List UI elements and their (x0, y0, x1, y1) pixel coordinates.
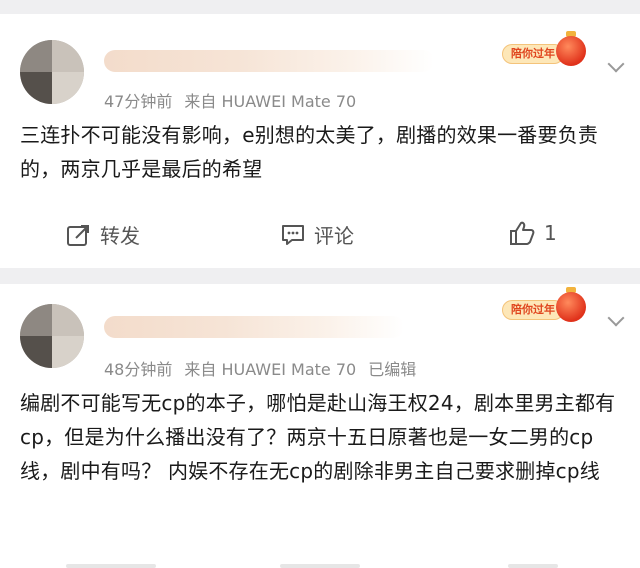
post-source: 来自 HUAWEI Mate 70 (184, 360, 357, 379)
thumbs-up-icon (510, 221, 535, 245)
edited-label: 已编辑 (368, 360, 417, 379)
card-divider (0, 268, 640, 284)
comment-body: 三连扑不可能没有影响，e别想的太美了，剧播的效果一番要负责的，两京几乎是最后的希… (20, 123, 599, 181)
post-meta: 47分钟前 来自 HUAWEI Mate 70 (104, 88, 368, 112)
comment-button[interactable]: 评论 (280, 220, 354, 249)
badge-label: 陪你过年 (502, 44, 564, 64)
chevron-down-icon[interactable] (607, 55, 625, 73)
comment-card: 陪你过年 47分钟前 来自 HUAWEI Mate 70 三连扑不可能没有影响，e… (0, 14, 640, 268)
post-time: 47分钟前 (104, 92, 173, 111)
repost-label: 转发 (100, 224, 140, 248)
like-button[interactable]: 1 (508, 220, 557, 246)
share-icon (67, 224, 89, 246)
username-blurred[interactable] (104, 316, 404, 338)
post-meta: 48分钟前 来自 HUAWEI Mate 70 已编辑 (104, 356, 428, 380)
post-source: 来自 HUAWEI Mate 70 (184, 92, 357, 111)
chevron-down-icon[interactable] (607, 309, 625, 327)
username-blurred[interactable] (104, 50, 434, 72)
new-year-badge[interactable]: 陪你过年 (502, 287, 592, 322)
badge-label: 陪你过年 (502, 300, 564, 320)
lantern-icon (556, 292, 586, 322)
action-bar: 转发 评论 1 (0, 220, 640, 260)
new-year-badge[interactable]: 陪你过年 (502, 31, 592, 66)
repost-button[interactable]: 转发 (66, 220, 140, 249)
action-bar-cropped (0, 556, 640, 568)
comment-icon (282, 224, 304, 245)
post-time: 48分钟前 (104, 360, 173, 379)
avatar[interactable] (20, 304, 84, 368)
avatar[interactable] (20, 40, 84, 104)
comment-label: 评论 (314, 224, 354, 248)
comment-body: 编剧不可能写无cp的本子，哪怕是赴山海王权24，剧本里男主都有cp，但是为什么播… (20, 391, 616, 483)
like-count: 1 (544, 221, 557, 245)
lantern-icon (556, 36, 586, 66)
top-gap (0, 0, 640, 14)
comment-card: 陪你过年 48分钟前 来自 HUAWEI Mate 70 已编辑 编剧不可能写无cp… (0, 284, 640, 568)
